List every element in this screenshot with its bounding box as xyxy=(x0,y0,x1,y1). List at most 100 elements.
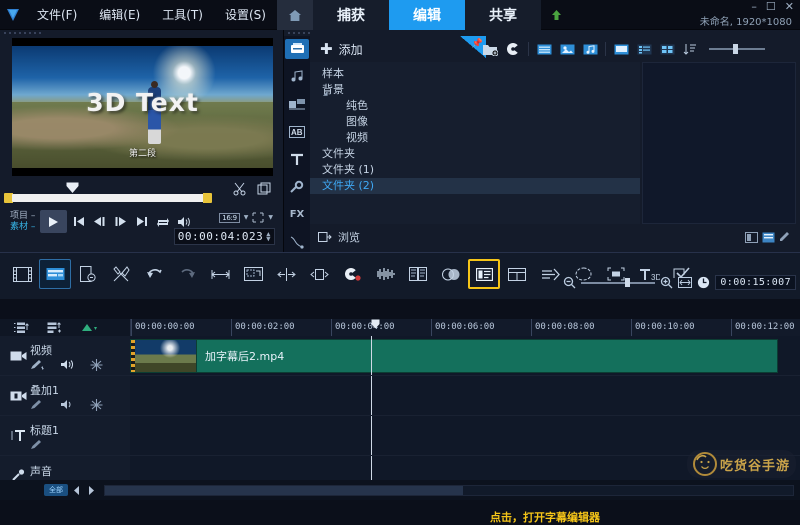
scissors-icon[interactable] xyxy=(233,182,247,196)
preview-scrubber[interactable] xyxy=(12,194,204,202)
tab-edit[interactable]: 编辑 xyxy=(389,0,465,30)
path-icon[interactable] xyxy=(285,232,309,252)
view-list-icon[interactable] xyxy=(634,40,654,58)
audio-icon[interactable] xyxy=(285,67,309,87)
zoom-out-icon[interactable] xyxy=(563,276,576,289)
scroll-all-badge[interactable]: 全部 xyxy=(44,484,68,496)
minimize-icon[interactable]: – xyxy=(751,1,757,12)
play-icon[interactable] xyxy=(40,210,68,233)
menu-tools[interactable]: 工具(T) xyxy=(151,0,214,30)
subtitle-editor-button[interactable] xyxy=(468,259,500,289)
menu-settings[interactable]: 设置(S) xyxy=(214,0,277,30)
storyboard-view-button[interactable] xyxy=(6,259,38,289)
graphic-icon[interactable] xyxy=(285,177,309,197)
library-info-icon[interactable] xyxy=(762,232,775,243)
home-icon[interactable] xyxy=(277,0,313,30)
library-prop-icon[interactable] xyxy=(745,231,758,243)
track-volume-icon[interactable] xyxy=(60,399,74,410)
tree-item-folder-2[interactable]: 文件夹 (2) xyxy=(310,178,640,194)
next-frame-icon[interactable] xyxy=(111,211,130,233)
tree-item-solid-color[interactable]: 纯色 xyxy=(310,98,640,114)
timecode-stepper[interactable]: ▲ ▼ xyxy=(266,230,271,242)
track-mask-icon[interactable] xyxy=(90,358,103,371)
prev-frame-icon[interactable] xyxy=(90,211,109,233)
audio-mixer-button[interactable] xyxy=(369,259,401,289)
timeline-clip[interactable]: 加字幕后2.mp4 xyxy=(130,339,778,373)
resize-button[interactable] xyxy=(303,259,335,289)
mix-tools-button[interactable] xyxy=(105,259,137,289)
storyboard-grid-button[interactable] xyxy=(501,259,533,289)
loop-icon[interactable] xyxy=(153,211,172,233)
volume-slider-knob[interactable] xyxy=(733,44,738,54)
timeline-view-button[interactable] xyxy=(39,259,71,289)
sort-icon[interactable] xyxy=(680,40,700,58)
jump-start-icon[interactable] xyxy=(69,211,88,233)
preview-timecode[interactable]: 00:00:04:023 ▲ ▼ xyxy=(173,228,275,245)
add-media-button[interactable]: ✚ 添加 xyxy=(310,41,363,58)
view-grid-icon[interactable] xyxy=(657,40,677,58)
jump-end-icon[interactable] xyxy=(132,211,151,233)
track-manager-icon[interactable] xyxy=(14,322,29,334)
track-body-overlay[interactable] xyxy=(130,376,800,415)
zoom-in-icon[interactable] xyxy=(660,276,673,289)
fullscreen-icon[interactable] xyxy=(252,212,264,223)
fit-timeline-icon[interactable] xyxy=(678,277,693,288)
menu-file[interactable]: 文件(F) xyxy=(26,0,88,30)
panel-grip[interactable] xyxy=(0,30,283,36)
new-folder-icon[interactable] xyxy=(480,40,500,58)
fit-project-button[interactable] xyxy=(204,259,236,289)
close-icon[interactable]: ✕ xyxy=(785,1,794,12)
tree-item-image[interactable]: 图像 xyxy=(310,114,640,130)
fx-icon[interactable]: FX xyxy=(285,205,309,225)
track-mask-icon[interactable] xyxy=(90,398,103,411)
tree-item-samples[interactable]: 样本 xyxy=(310,66,640,82)
video-preview[interactable]: 3D Text 第二段 xyxy=(12,38,273,176)
motion-tracking-button[interactable] xyxy=(402,259,434,289)
track-fx-icon[interactable] xyxy=(30,399,44,410)
filter-photo-icon[interactable] xyxy=(557,40,577,58)
track-body-video[interactable]: 加字幕后2.mp4 xyxy=(130,336,800,375)
transition-icon[interactable] xyxy=(285,94,309,114)
mode-project[interactable]: 项目 – xyxy=(10,211,35,222)
tree-item-folder-1[interactable]: 文件夹 (1) xyxy=(310,162,640,178)
text-icon[interactable] xyxy=(285,150,309,170)
split-button[interactable] xyxy=(270,259,302,289)
playhead-marker-icon[interactable] xyxy=(66,182,79,193)
mode-clip[interactable]: 素材 – xyxy=(10,222,35,233)
fullscreen-chevron-down-icon[interactable]: ▼ xyxy=(268,214,273,221)
clock-icon[interactable] xyxy=(697,276,710,289)
track-fx-icon[interactable] xyxy=(30,359,44,370)
menu-edit[interactable]: 编辑(E) xyxy=(88,0,151,30)
aspect-ratio-badge[interactable]: 16:9 xyxy=(219,212,240,223)
scroll-right-icon[interactable] xyxy=(86,485,96,496)
track-header-video[interactable]: 视频 xyxy=(0,336,130,375)
horizontal-scrollbar[interactable] xyxy=(104,484,794,496)
tab-share[interactable]: 共享 xyxy=(465,0,541,30)
record-voice-button[interactable] xyxy=(336,259,368,289)
speed-button[interactable] xyxy=(534,259,566,289)
undo-button[interactable] xyxy=(138,259,170,289)
multicam-button[interactable] xyxy=(435,259,467,289)
trim-end-handle[interactable] xyxy=(203,193,212,203)
track-fx-icon[interactable] xyxy=(30,439,44,450)
track-header-overlay[interactable]: 叠加1 xyxy=(0,376,130,415)
snapshot-icon[interactable] xyxy=(257,182,271,196)
redo-button[interactable] xyxy=(171,259,203,289)
media-icon[interactable] xyxy=(285,39,309,59)
clip-copy-button[interactable] xyxy=(72,259,104,289)
filter-audio-icon[interactable] xyxy=(580,40,600,58)
zoom-slider-knob[interactable] xyxy=(625,278,631,287)
upload-arrow-icon[interactable] xyxy=(541,0,571,30)
tree-item-video[interactable]: 视频 xyxy=(310,130,640,146)
maximize-icon[interactable]: ☐ xyxy=(766,1,776,12)
browse-button[interactable]: 浏览 xyxy=(310,229,360,245)
tree-item-folder[interactable]: 文件夹 xyxy=(310,146,640,162)
track-volume-icon[interactable] xyxy=(60,359,74,370)
filter-video-icon[interactable] xyxy=(534,40,554,58)
track-settings-icon[interactable] xyxy=(47,321,62,334)
record-capture-icon[interactable] xyxy=(503,40,523,58)
library-thumbnail-grid[interactable] xyxy=(642,62,796,224)
title-ab-icon[interactable]: AB xyxy=(285,122,309,142)
crop-button[interactable] xyxy=(237,259,269,289)
aspect-ratio-chevron-down-icon[interactable]: ▼ xyxy=(244,214,249,221)
